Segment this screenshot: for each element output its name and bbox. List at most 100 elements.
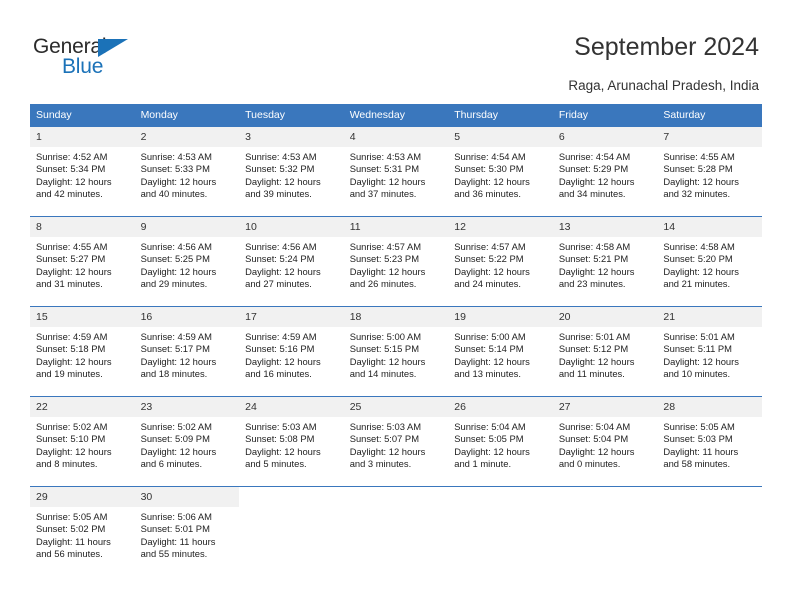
calendar-day-details: Sunrise: 4:59 AM Sunset: 5:17 PM Daylight:… [135,327,240,381]
sunset-time: Sunset: 5:24 PM [245,253,315,265]
sunrise-time: Sunrise: 4:55 AM [663,151,735,162]
daylight-duration-line-1: Daylight: 12 hours [36,445,112,457]
sunrise-time: Sunrise: 4:54 AM [558,151,631,162]
calendar-day-cell[interactable]: 29 Sunrise: 5:05 AM Sunset: 5:02 PM Dayligh… [30,486,135,576]
daylight-duration-line-2: and 13 minutes. [454,368,521,380]
calendar-header-row-group: Sunday Monday Tuesday Wednesday Thursday… [30,104,762,127]
calendar-day-cell[interactable]: 8 Sunrise: 4:55 AM Sunset: 5:27 PM Daylight… [30,216,135,307]
daylight-duration-line-2: and 19 minutes. [36,368,103,380]
sunset-time: Sunset: 5:31 PM [349,163,419,175]
sunset-time: Sunset: 5:11 PM [663,343,732,355]
daylight-duration-line-1: Daylight: 12 hours [558,265,635,277]
calendar-day-details: Sunrise: 5:04 AM Sunset: 5:05 PM Daylight:… [448,417,553,471]
calendar-day-cell[interactable]: 16 Sunrise: 4:59 AM Sunset: 5:17 PM Dayligh… [134,306,240,397]
calendar-day-cell[interactable]: 17 Sunrise: 4:59 AM Sunset: 5:16 PM Dayligh… [239,306,344,397]
calendar-day-details: Sunrise: 4:57 AM Sunset: 5:22 PM Daylight:… [448,237,553,291]
daylight-duration-line-1: Daylight: 12 hours [558,445,635,457]
sunset-time: Sunset: 5:18 PM [36,343,106,355]
calendar-day-details: Sunrise: 5:02 AM Sunset: 5:10 PM Daylight:… [30,417,135,471]
calendar-day-details: Sunrise: 4:53 AM Sunset: 5:32 PM Daylight:… [239,147,344,201]
calendar-day-cell[interactable]: 6 Sunrise: 4:54 AM Sunset: 5:29 PM Daylight… [552,126,658,217]
calendar-day-cell[interactable]: 18 Sunrise: 5:00 AM Sunset: 5:15 PM Dayligh… [343,306,449,397]
sunrise-time: Sunrise: 4:53 AM [349,151,422,162]
calendar-day-cell[interactable]: 2 Sunrise: 4:53 AM Sunset: 5:33 PM Daylight… [134,126,240,217]
sunrise-time: Sunrise: 5:02 AM [36,421,108,432]
calendar-day-number: 8 [30,217,135,237]
calendar-day-cell[interactable]: 1 Sunrise: 4:52 AM Sunset: 5:34 PM Daylight… [30,126,135,217]
calendar-day-details: Sunrise: 5:01 AM Sunset: 5:12 PM Daylight:… [553,327,658,381]
calendar-day-number [343,487,449,507]
sunrise-time: Sunrise: 4:56 AM [140,241,212,252]
calendar-day-number: 4 [343,127,449,147]
calendar-day-cell[interactable]: 28 Sunrise: 5:05 AM Sunset: 5:03 PM Dayligh… [657,396,762,487]
sunset-time: Sunset: 5:23 PM [349,253,419,265]
sunrise-time: Sunrise: 4:52 AM [36,151,108,162]
calendar-day-cell[interactable]: 22 Sunrise: 5:02 AM Sunset: 5:10 PM Dayligh… [30,396,135,487]
sunset-time: Sunset: 5:34 PM [36,163,106,175]
daylight-duration-line-1: Daylight: 12 hours [140,265,217,277]
daylight-duration-line-1: Daylight: 12 hours [140,355,217,367]
calendar-day-cell[interactable]: 4 Sunrise: 4:53 AM Sunset: 5:31 PM Daylight… [343,126,449,217]
calendar-day-cell[interactable]: 7 Sunrise: 4:55 AM Sunset: 5:28 PM Daylight… [657,126,762,217]
daylight-duration-line-2: and 26 minutes. [349,278,417,290]
calendar-day-cell[interactable]: 30 Sunrise: 5:06 AM Sunset: 5:01 PM Dayligh… [134,486,240,576]
daylight-duration-line-2: and 27 minutes. [245,278,312,290]
brand-logo[interactable]: General Blue [33,36,153,82]
daylight-duration-line-2: and 16 minutes. [245,368,312,380]
calendar-day-number: 3 [239,127,344,147]
sunrise-time: Sunrise: 5:01 AM [558,331,631,342]
daylight-duration-line-1: Daylight: 12 hours [140,445,217,457]
calendar-day-cell[interactable]: 23 Sunrise: 5:02 AM Sunset: 5:09 PM Dayligh… [134,396,240,487]
calendar-day-number [552,487,658,507]
daylight-duration-line-1: Daylight: 12 hours [558,175,635,187]
calendar-day-cell[interactable]: 3 Sunrise: 4:53 AM Sunset: 5:32 PM Daylight… [239,126,344,217]
daylight-duration-line-2: and 1 minute. [454,458,512,470]
calendar-day-number: 26 [448,397,553,417]
calendar-day-number: 20 [552,307,658,327]
daylight-duration-line-1: Daylight: 12 hours [454,175,530,187]
calendar-day-cell[interactable]: 12 Sunrise: 4:57 AM Sunset: 5:22 PM Dayligh… [448,216,553,307]
daylight-duration-line-2: and 39 minutes. [245,188,312,200]
calendar-day-cell[interactable]: 10 Sunrise: 4:56 AM Sunset: 5:24 PM Dayligh… [239,216,344,307]
calendar-body: 1 Sunrise: 4:52 AM Sunset: 5:34 PM Daylight… [30,126,762,576]
daylight-duration-line-1: Daylight: 12 hours [663,265,739,277]
calendar-day-number [657,487,762,507]
calendar-day-details: Sunrise: 4:55 AM Sunset: 5:27 PM Daylight:… [30,237,135,291]
calendar-day-cell[interactable]: 14 Sunrise: 4:58 AM Sunset: 5:20 PM Dayligh… [657,216,762,307]
daylight-duration-line-2: and 37 minutes. [349,188,417,200]
calendar-week-row: 8 Sunrise: 4:55 AM Sunset: 5:27 PM Daylight… [30,216,762,307]
calendar-day-details: Sunrise: 5:01 AM Sunset: 5:11 PM Daylight:… [657,327,762,381]
sunrise-time: Sunrise: 5:04 AM [558,421,631,432]
calendar-day-cell[interactable]: 9 Sunrise: 4:56 AM Sunset: 5:25 PM Daylight… [134,216,240,307]
sunset-time: Sunset: 5:16 PM [245,343,315,355]
sunrise-time: Sunrise: 5:03 AM [245,421,317,432]
calendar-day-cell[interactable]: 27 Sunrise: 5:04 AM Sunset: 5:04 PM Dayligh… [552,396,658,487]
calendar-day-details: Sunrise: 5:03 AM Sunset: 5:08 PM Daylight:… [239,417,344,471]
calendar-day-cell[interactable]: 11 Sunrise: 4:57 AM Sunset: 5:23 PM Dayligh… [343,216,449,307]
calendar-day-cell[interactable]: 20 Sunrise: 5:01 AM Sunset: 5:12 PM Dayligh… [552,306,658,397]
sunset-time: Sunset: 5:29 PM [558,163,629,175]
brand-logo-blue-text: Blue [62,55,104,78]
daylight-duration-line-2: and 8 minutes. [36,458,98,470]
calendar-day-number: 2 [134,127,240,147]
calendar-day-cell[interactable]: 15 Sunrise: 4:59 AM Sunset: 5:18 PM Dayligh… [30,306,135,397]
daylight-duration-line-1: Daylight: 11 hours [36,535,111,547]
calendar-day-cell[interactable]: 24 Sunrise: 5:03 AM Sunset: 5:08 PM Dayligh… [239,396,344,487]
weekday-header-friday: Friday [552,104,658,127]
calendar-day-cell[interactable]: 13 Sunrise: 4:58 AM Sunset: 5:21 PM Dayligh… [552,216,658,307]
calendar-day-cell[interactable]: 25 Sunrise: 5:03 AM Sunset: 5:07 PM Dayligh… [343,396,449,487]
calendar-day-number: 11 [343,217,449,237]
calendar-day-cell[interactable]: 21 Sunrise: 5:01 AM Sunset: 5:11 PM Dayligh… [657,306,762,397]
calendar-day-cell[interactable]: 26 Sunrise: 5:04 AM Sunset: 5:05 PM Dayligh… [448,396,553,487]
sunrise-time: Sunrise: 4:54 AM [454,151,526,162]
daylight-duration-line-1: Daylight: 12 hours [454,355,530,367]
calendar-day-cell-empty [343,486,449,576]
sunrise-time: Sunrise: 4:59 AM [140,331,212,342]
calendar-day-cell[interactable]: 19 Sunrise: 5:00 AM Sunset: 5:14 PM Dayligh… [448,306,553,397]
calendar-day-cell[interactable]: 5 Sunrise: 4:54 AM Sunset: 5:30 PM Daylight… [448,126,553,217]
weekday-header-wednesday: Wednesday [343,104,449,127]
calendar-day-number [239,487,344,507]
calendar-day-number: 7 [657,127,762,147]
daylight-duration-line-1: Daylight: 12 hours [558,355,635,367]
calendar-week-row: 1 Sunrise: 4:52 AM Sunset: 5:34 PM Daylight… [30,126,762,217]
